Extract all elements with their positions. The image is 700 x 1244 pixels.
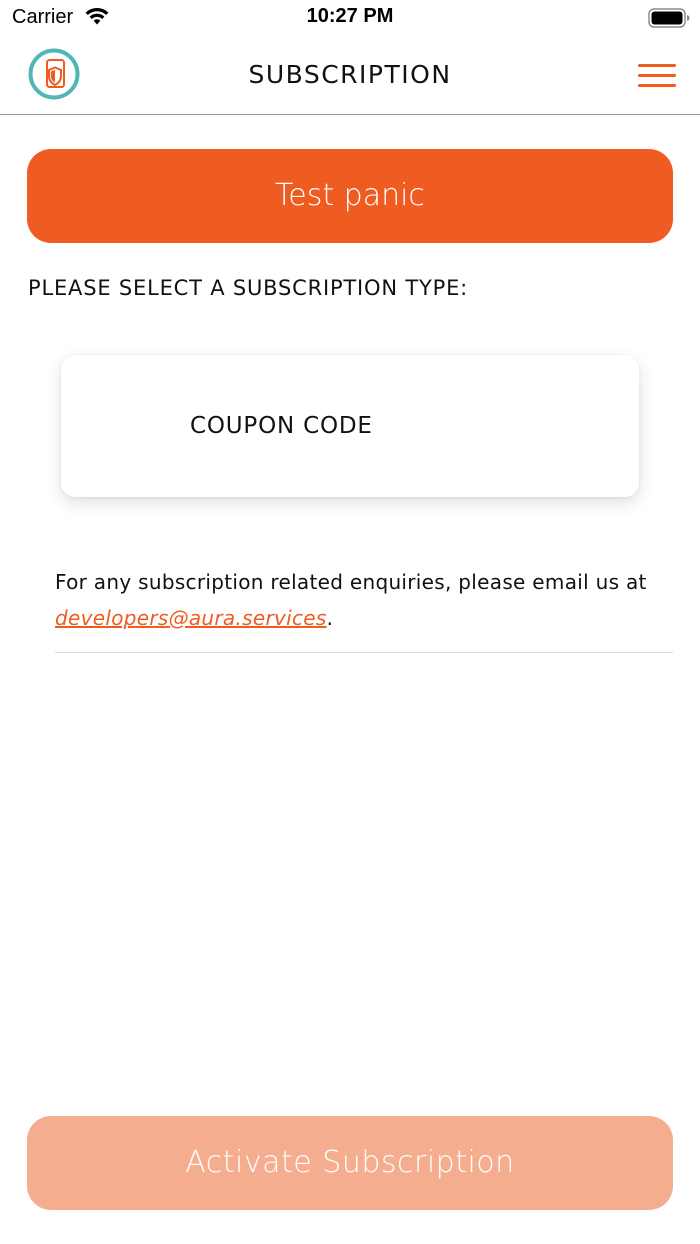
subscription-type-prompt: PLEASE SELECT A SUBSCRIPTION TYPE: [28,276,469,300]
test-panic-button[interactable]: Test panic [27,149,673,243]
battery-icon [648,8,690,28]
coupon-code-option[interactable]: COUPON CODE [61,355,639,497]
page-title: SUBSCRIPTION [248,60,452,89]
activate-subscription-button[interactable]: Activate Subscription [27,1116,673,1210]
menu-line-icon [638,74,676,77]
divider [55,652,673,653]
enquiry-text-before: For any subscription related enquiries, … [55,570,647,594]
hamburger-menu-button[interactable] [636,62,678,90]
enquiry-text: For any subscription related enquiries, … [55,564,655,636]
status-bar: Carrier 10:27 PM [0,0,700,38]
enquiry-text-after: . [326,606,334,630]
app-header: SUBSCRIPTION [0,38,700,115]
status-time: 10:27 PM [306,5,394,27]
menu-line-icon [638,84,676,87]
coupon-code-label: COUPON CODE [190,413,373,439]
support-email-link[interactable]: developers@aura.services [55,606,327,630]
menu-line-icon [638,64,676,67]
